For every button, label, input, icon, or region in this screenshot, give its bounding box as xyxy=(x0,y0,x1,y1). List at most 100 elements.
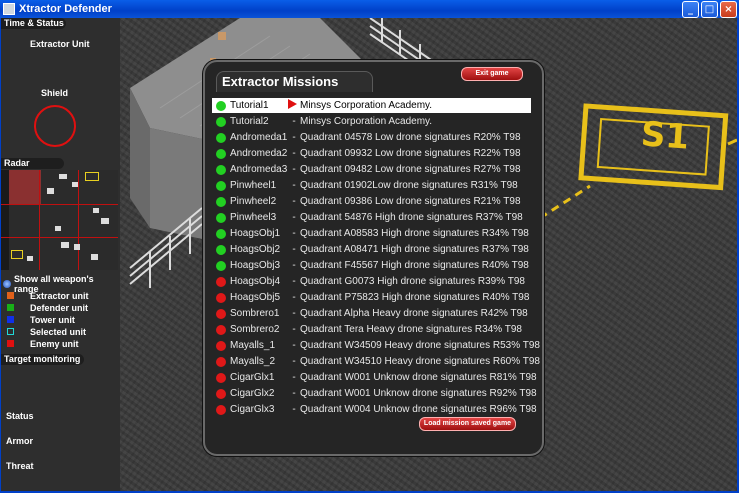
roof-crate xyxy=(218,32,226,40)
status-dot xyxy=(216,356,226,367)
mission-row[interactable]: Tutorial2 - Minsys Corporation Academy. xyxy=(212,114,531,129)
separator: - xyxy=(292,308,296,319)
radar-header: Radar xyxy=(1,158,64,169)
mission-row[interactable]: Pinwheel3 - Quadrant 54876 High drone si… xyxy=(212,210,531,225)
status-dot xyxy=(216,212,226,223)
mission-desc: Quadrant 04578 Low drone signatures R20%… xyxy=(300,132,521,143)
mission-row[interactable]: Andromeda1 - Quadrant 04578 Low drone si… xyxy=(212,130,531,145)
target-monitoring-header: Target monitoring xyxy=(1,354,84,365)
mission-desc: Quadrant 09482 Low drone signatures R27%… xyxy=(300,164,521,175)
status-dot xyxy=(216,116,226,127)
separator: - xyxy=(292,116,296,127)
mission-row[interactable]: Pinwheel2 - Quadrant 09386 Low drone sig… xyxy=(212,194,531,209)
mission-row[interactable]: CigarGlx1 - Quadrant W001 Unknow drone s… xyxy=(212,370,537,385)
radar-grid-line xyxy=(1,237,118,238)
window-title: Xtractor Defender xyxy=(19,3,112,15)
mission-row[interactable]: CigarGlx3 - Quadrant W004 Unknow drone s… xyxy=(212,402,537,417)
close-button[interactable]: × xyxy=(720,1,737,18)
legend-label: Tower unit xyxy=(30,314,75,325)
sector-sign-label: S1 xyxy=(639,114,691,158)
legend-label: Defender unit xyxy=(30,302,89,313)
mission-row[interactable]: Andromeda3 - Quadrant 09482 Low drone si… xyxy=(212,162,531,177)
missions-dialog: Extractor Missions Exit game Tutorial1 M… xyxy=(203,60,544,456)
mission-name: HoagsObj3 xyxy=(230,260,281,271)
legend-label: Enemy unit xyxy=(30,338,79,349)
mission-row[interactable]: Sombrero2 - Quadrant Tera Heavy drone si… xyxy=(212,322,531,337)
separator: - xyxy=(292,324,296,335)
mission-row[interactable]: HoagsObj3 - Quadrant F45567 High drone s… xyxy=(212,258,531,273)
status-dot xyxy=(216,148,226,159)
status-dot xyxy=(216,100,226,111)
app-icon xyxy=(3,3,15,15)
maximize-button[interactable]: □ xyxy=(701,1,718,18)
mission-row[interactable]: HoagsObj5 - Quadrant P75823 High drone s… xyxy=(212,290,531,305)
threat-label: Threat xyxy=(6,461,34,471)
mission-name: Sombrero1 xyxy=(230,308,280,319)
mission-row[interactable]: HoagsObj1 - Quadrant A08583 High drone s… xyxy=(212,226,531,241)
status-dot xyxy=(216,292,226,303)
status-dot xyxy=(216,180,226,191)
mission-row-tutorial1[interactable]: Tutorial1 Minsys Corporation Academy. xyxy=(212,98,531,113)
radar-unit-blip xyxy=(47,188,54,194)
separator: - xyxy=(292,388,296,399)
radar-minimap[interactable] xyxy=(1,170,118,270)
radar-unit-blip xyxy=(27,256,33,261)
status-dot xyxy=(216,244,226,255)
road-marking xyxy=(539,184,591,220)
separator: - xyxy=(292,196,296,207)
mission-row[interactable]: HoagsObj4 - Quadrant G0073 High drone si… xyxy=(212,274,531,289)
status-dot xyxy=(216,228,226,239)
mission-desc: Quadrant W004 Unknow drone signatures R9… xyxy=(300,404,537,415)
mission-desc: Quadrant Tera Heavy drone signatures R34… xyxy=(300,324,522,335)
separator: - xyxy=(292,132,296,143)
status-dot xyxy=(216,276,226,287)
time-status-header: Time & Status xyxy=(1,18,66,29)
minimize-button[interactable]: _ xyxy=(682,1,699,18)
side-panel: Time & Status Extractor Unit Shield Rada… xyxy=(1,18,120,491)
legend-selected: Selected unit xyxy=(7,326,86,337)
mission-row[interactable]: Andromeda2 - Quadrant 09932 Low drone si… xyxy=(212,146,531,161)
mission-desc: Quadrant W001 Unknow drone signatures R9… xyxy=(300,388,537,399)
mission-row[interactable]: Pinwheel1 - Quadrant 01902Low drone sign… xyxy=(212,178,531,193)
separator: - xyxy=(292,404,296,415)
mission-desc: Quadrant 54876 High drone signatures R37… xyxy=(300,212,523,223)
status-dot xyxy=(216,324,226,335)
mission-desc: Quadrant F45567 High drone signatures R4… xyxy=(300,260,529,271)
shield-label: Shield xyxy=(41,88,69,98)
mission-row[interactable]: Mayalls_1 - Quadrant W34509 Heavy drone … xyxy=(212,338,540,353)
exit-game-button[interactable]: Exit game xyxy=(461,67,523,81)
separator: - xyxy=(292,228,296,239)
status-dot xyxy=(216,164,226,175)
mission-desc: Quadrant Alpha Heavy drone signatures R4… xyxy=(300,308,528,319)
radar-edge xyxy=(1,170,9,270)
mission-desc: Quadrant 09932 Low drone signatures R22%… xyxy=(300,148,521,159)
mission-name: Andromeda1 xyxy=(230,132,288,143)
status-dot xyxy=(216,372,226,383)
separator: - xyxy=(292,260,296,271)
selected-arrow-icon xyxy=(288,99,300,112)
separator: - xyxy=(292,212,296,223)
dialog-title: Extractor Missions xyxy=(216,71,373,92)
mission-name: HoagsObj2 xyxy=(230,244,281,255)
load-saved-game-button[interactable]: Load mission saved game xyxy=(419,417,516,431)
mission-row[interactable]: Sombrero1 - Quadrant Alpha Heavy drone s… xyxy=(212,306,531,321)
separator: - xyxy=(292,180,296,191)
legend-label: Extractor unit xyxy=(30,290,89,301)
radar-unit-blip xyxy=(101,218,109,224)
mission-row[interactable]: Mayalls_2 - Quadrant W34510 Heavy drone … xyxy=(212,354,540,369)
mission-name: HoagsObj5 xyxy=(230,292,281,303)
mission-row[interactable]: CigarGlx2 - Quadrant W001 Unknow drone s… xyxy=(212,386,537,401)
separator: - xyxy=(292,276,296,287)
status-label: Status xyxy=(6,411,34,421)
legend-extractor: Extractor unit xyxy=(7,290,89,301)
status-dot xyxy=(216,388,226,399)
shield-gauge xyxy=(34,105,76,147)
radio-icon xyxy=(3,280,11,288)
mission-desc: Quadrant W34509 Heavy drone signatures R… xyxy=(300,340,540,351)
window-titlebar: Xtractor Defender _ □ × xyxy=(0,0,739,18)
mission-row[interactable]: HoagsObj2 - Quadrant A08471 High drone s… xyxy=(212,242,531,257)
radar-unit-blip xyxy=(93,208,99,213)
radar-unit-blip xyxy=(91,254,98,260)
mission-name: Tutorial2 xyxy=(230,116,269,127)
mission-desc: Quadrant W34510 Heavy drone signatures R… xyxy=(300,356,540,367)
